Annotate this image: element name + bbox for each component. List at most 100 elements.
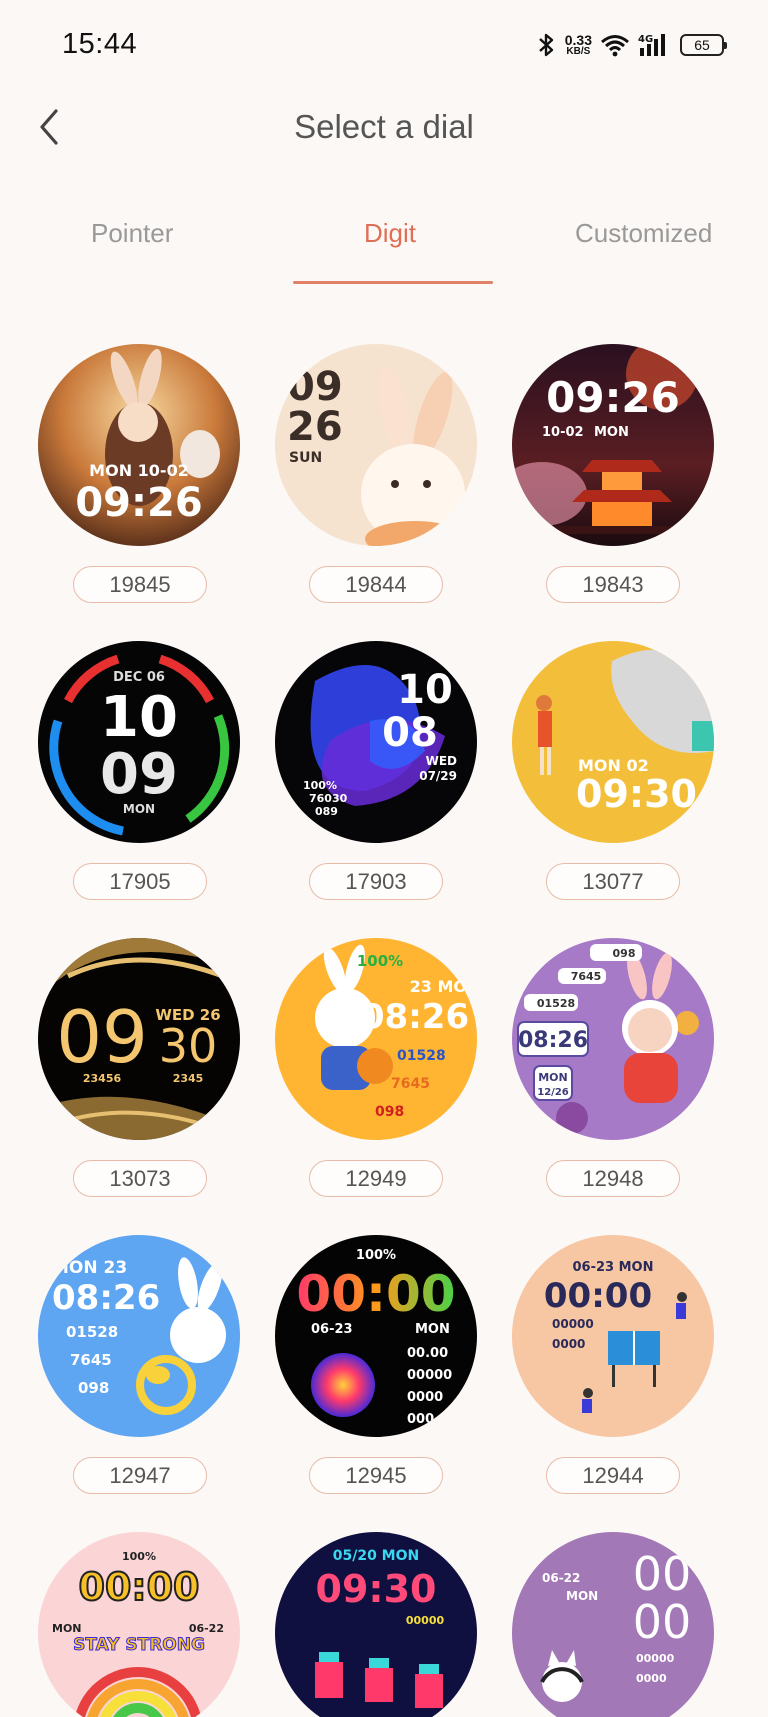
dial-hour: 10	[397, 667, 453, 713]
dial-day: MON	[594, 425, 629, 440]
dial-time: 00:00	[296, 1265, 455, 1323]
dial-steps: 00000	[552, 1317, 594, 1331]
dial-slogan: STAY STRONG	[73, 1635, 205, 1655]
dial-battery: 100%	[303, 779, 337, 792]
page-title: Select a dial	[294, 108, 474, 145]
dial-calories: 7645	[571, 970, 602, 983]
dial-calories: 2345	[173, 1072, 204, 1085]
dial-id-label[interactable]: 12949	[309, 1160, 443, 1197]
dial-time: 00:00	[79, 1565, 200, 1609]
dial-preview[interactable]: 10 08 WED 07/29 100% 76030 089	[275, 641, 477, 843]
dial-day: WED	[426, 754, 457, 768]
dial-time: 00:00	[544, 1276, 652, 1316]
dial-date: DEC 06	[113, 670, 165, 685]
dial-hour: 00	[633, 1547, 692, 1601]
dial-id-label[interactable]: 19843	[546, 566, 680, 603]
dial-preview[interactable]: 06-23 MON 00:00 00000 0000	[512, 1235, 714, 1437]
dial-steps: 00000	[406, 1614, 445, 1627]
dial-date: 06-23 MON	[573, 1260, 654, 1275]
dial-date: 07/29	[419, 769, 457, 783]
dial-preview[interactable]: MON 10-02 09:26	[38, 344, 240, 546]
status-time: 15:44	[62, 28, 138, 60]
dial-day: MON	[566, 1589, 598, 1603]
dial-preview[interactable]: MON 02 09:30	[512, 641, 714, 843]
wifi-icon	[601, 35, 629, 57]
dial-steps: 01528	[66, 1323, 118, 1341]
dial-day: MON	[538, 1071, 568, 1084]
dial-preview[interactable]: 06-22 MON 00 00 00000 0000	[512, 1532, 714, 1717]
dial-preview[interactable]: 100% 23 MON 08:26 01528 7645 098	[275, 938, 477, 1140]
dial-hour: 10	[100, 685, 178, 750]
tab-customized[interactable]: Customized	[575, 218, 712, 249]
cellular-signal-icon: 4G	[638, 34, 665, 56]
dial-calories: 0000	[407, 1390, 443, 1405]
dial-steps: 76030	[309, 792, 348, 805]
dial-minute: 30	[159, 1019, 218, 1073]
dial-minute: 26	[287, 404, 343, 450]
dial-date: MON 10-02	[89, 461, 189, 480]
dial-calories: 7645	[70, 1351, 112, 1369]
dial-id-label[interactable]: 19844	[309, 566, 443, 603]
dial-day: MON	[415, 1322, 450, 1337]
dial-minute: 00	[633, 1595, 692, 1649]
dial-preview[interactable]: 05/20 MON 09:30 00000	[275, 1532, 477, 1717]
dial-heart-rate: 098	[375, 1104, 404, 1120]
dial-id-label[interactable]: 12948	[546, 1160, 680, 1197]
dial-date: 06-22	[189, 1622, 224, 1635]
header: Select a dial	[0, 90, 768, 170]
active-tab-indicator	[293, 281, 493, 284]
dial-id-label[interactable]: 19845	[73, 566, 207, 603]
dial-time: 08:26	[361, 997, 469, 1037]
dial-id-label[interactable]: 12947	[73, 1457, 207, 1494]
tab-digit[interactable]: Digit	[364, 218, 416, 249]
dial-calories: 7645	[391, 1076, 430, 1092]
dial-heart-rate: 000	[407, 1412, 434, 1427]
dial-steps: 23456	[83, 1072, 122, 1085]
dial-date: 10-02	[542, 425, 584, 440]
dial-id-label[interactable]: 17905	[73, 863, 207, 900]
dial-date: 23 MON	[410, 977, 477, 996]
dial-id-label[interactable]: 13077	[546, 863, 680, 900]
tab-pointer[interactable]: Pointer	[91, 218, 173, 249]
dial-preview[interactable]: 100% 00:00 06-23 MON 00.00 00000 0000 00…	[275, 1235, 477, 1437]
battery-level: 65	[694, 37, 710, 53]
dial-calories: 0000	[552, 1337, 585, 1351]
dial-time: 08:26	[52, 1278, 160, 1318]
battery-icon: 65	[680, 34, 727, 56]
dial-time: 09:26	[75, 480, 202, 526]
dial-id-label[interactable]: 12945	[309, 1457, 443, 1494]
dial-day: MON	[52, 1622, 82, 1635]
dial-preview[interactable]: 09:26 10-02 MON	[512, 344, 714, 546]
dial-preview[interactable]: 09 WED 26 30 23456 2345	[38, 938, 240, 1140]
dial-preview[interactable]: 100% 00:00 MON 06-22 STAY STRONG	[38, 1532, 240, 1717]
dial-preview[interactable]: 098 7645 01528 08:26 MON 12/26	[512, 938, 714, 1140]
status-bar: 15:44 0.33 KB/S 4G 65	[0, 0, 768, 90]
network-speed: 0.33 KB/S	[564, 32, 592, 57]
dial-steps: 01528	[537, 997, 575, 1010]
dial-calories: 0000	[636, 1672, 667, 1685]
dial-time: 09:30	[316, 1567, 437, 1611]
dial-hour: 09	[56, 995, 148, 1079]
dial-tabs: Pointer Digit Customized	[0, 200, 768, 290]
dial-steps: 00000	[636, 1652, 675, 1665]
dial-date: 12/26	[537, 1087, 569, 1098]
dial-minute: 09	[100, 742, 178, 807]
dial-heart-rate: 098	[78, 1379, 109, 1397]
dial-date: MON 23	[52, 1258, 127, 1278]
dial-time: 08:26	[518, 1028, 588, 1053]
dial-day: MON	[123, 802, 155, 816]
dial-distance: 00.00	[407, 1346, 448, 1361]
dial-steps: 01528	[397, 1048, 446, 1064]
dial-preview[interactable]: DEC 06 10 09 MON	[38, 641, 240, 843]
dial-battery: 100%	[356, 1248, 396, 1263]
dial-id-label[interactable]: 13073	[73, 1160, 207, 1197]
dial-preview[interactable]: 09 26 SUN	[275, 344, 477, 546]
dial-id-label[interactable]: 17903	[309, 863, 443, 900]
dial-preview[interactable]: MON 23 08:26 01528 7645 098	[38, 1235, 240, 1437]
dial-id-label[interactable]: 12944	[546, 1457, 680, 1494]
dial-time: 09:26	[546, 373, 680, 422]
dial-battery: 100%	[357, 952, 403, 970]
dial-day: SUN	[289, 450, 322, 466]
dial-heart-rate: 098	[613, 947, 636, 960]
dial-steps: 00000	[407, 1368, 452, 1383]
